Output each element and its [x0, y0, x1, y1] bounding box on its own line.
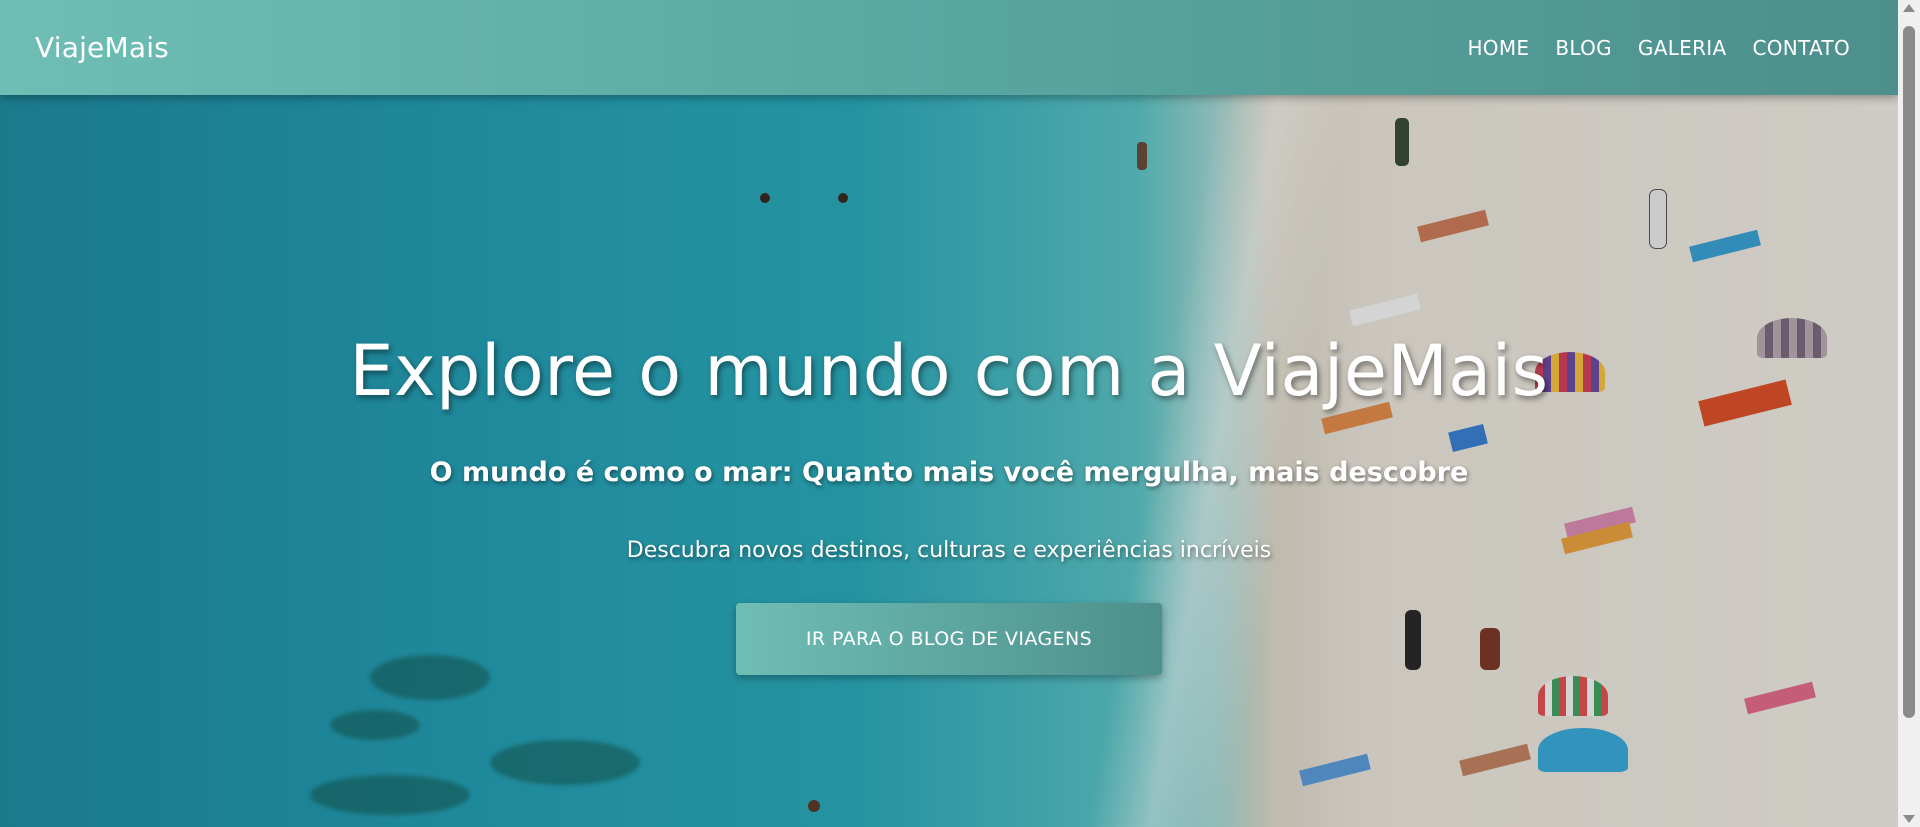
scroll-down-arrow-icon[interactable]	[1903, 815, 1915, 823]
vertical-scrollbar[interactable]	[1898, 0, 1920, 827]
nav-link-contato[interactable]: CONTATO	[1752, 36, 1850, 60]
hero-subtitle: O mundo é como o mar: Quanto mais você m…	[429, 457, 1469, 488]
nav-link-galeria[interactable]: GALERIA	[1638, 36, 1727, 60]
hero-title: Explore o mundo com a ViajeMais	[349, 330, 1549, 412]
scroll-thumb[interactable]	[1903, 26, 1915, 718]
nav-menu: HOME BLOG GALERIA CONTATO	[1441, 36, 1850, 60]
scroll-up-arrow-icon[interactable]	[1903, 4, 1915, 12]
brand-logo[interactable]: ViajeMais	[35, 31, 169, 64]
top-navbar: ViajeMais HOME BLOG GALERIA CONTATO	[0, 0, 1898, 95]
blog-cta-button[interactable]: IR PARA O BLOG DE VIAGENS	[736, 603, 1162, 675]
nav-link-blog[interactable]: BLOG	[1555, 36, 1612, 60]
hero-description: Descubra novos destinos, culturas e expe…	[626, 538, 1272, 563]
nav-link-home[interactable]: HOME	[1467, 36, 1529, 60]
hero-content: Explore o mundo com a ViajeMais O mundo …	[0, 330, 1898, 675]
page: ViajeMais HOME BLOG GALERIA CONTATO Expl…	[0, 0, 1920, 827]
